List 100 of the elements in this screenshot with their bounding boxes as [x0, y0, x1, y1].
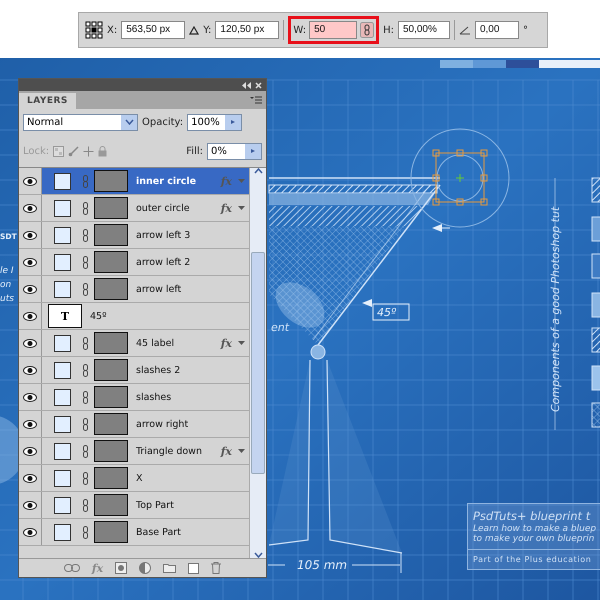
layer-thumbnail: [94, 197, 128, 219]
chain-link-icon: [83, 472, 88, 484]
value-field[interactable]: 50,00%: [398, 21, 450, 39]
layer-thumbnail: [94, 170, 128, 192]
new-layer-icon[interactable]: [188, 562, 200, 574]
adjustment-icon[interactable]: [139, 562, 152, 574]
chain-link-icon: [83, 336, 88, 350]
eye-icon[interactable]: [23, 176, 37, 186]
mask-thumbnail: [54, 496, 71, 514]
layer-row[interactable]: arrow right: [19, 411, 249, 438]
layer-thumbnail: [94, 332, 128, 354]
layer-row[interactable]: Base Part: [19, 519, 249, 546]
caret-icon[interactable]: [254, 552, 262, 558]
chain-link-icon: [83, 174, 88, 188]
caret-icon[interactable]: [238, 341, 245, 345]
mask-thumbnail: [54, 524, 71, 540]
value-field[interactable]: 0,00: [474, 21, 519, 39]
layer-name: X: [136, 472, 144, 484]
cut-label: ent: [271, 321, 290, 334]
folder-icon[interactable]: [163, 563, 176, 573]
panel-menu-icon[interactable]: [250, 96, 262, 105]
value-field[interactable]: 50: [309, 21, 358, 39]
layer-thumbnail: [94, 467, 128, 489]
caret-icon[interactable]: [238, 449, 245, 453]
info-footer: Part of the Plus education: [468, 549, 600, 569]
layer-row[interactable]: outer circle fx: [19, 195, 249, 222]
layer-row[interactable]: 45 label fx: [19, 330, 249, 357]
layer-row[interactable]: Triangle down fx: [19, 438, 249, 465]
caret-icon[interactable]: [230, 119, 237, 125]
eye-icon[interactable]: [23, 474, 37, 482]
mask-icon[interactable]: [115, 562, 128, 574]
layer-row[interactable]: slashes 2: [19, 357, 249, 384]
eye-icon[interactable]: [23, 420, 37, 428]
fill-field[interactable]: 0%: [207, 142, 262, 160]
effects-label: fx: [220, 336, 232, 350]
layer-name: Base Part: [136, 526, 182, 538]
layer-thumbnail: [94, 251, 128, 273]
value-field[interactable]: 563,50 px: [121, 21, 186, 39]
eye-icon[interactable]: [23, 204, 37, 212]
eye-icon[interactable]: [23, 500, 37, 510]
layer-row[interactable]: T 45º: [19, 303, 249, 330]
close-icon[interactable]: [255, 82, 262, 88]
effects-label: fx: [220, 444, 232, 458]
eye-icon[interactable]: [23, 366, 37, 374]
value-field[interactable]: 120,50 px: [215, 21, 280, 39]
eye-icon[interactable]: [23, 284, 37, 294]
checkerboard-icon[interactable]: [53, 146, 64, 156]
caret-icon[interactable]: [124, 119, 134, 125]
layer-name: 45º: [90, 310, 108, 322]
layer-thumbnail: [94, 494, 128, 516]
blend-mode-dropdown[interactable]: Normal: [23, 114, 138, 130]
field-label: H:: [383, 24, 394, 36]
layer-row[interactable]: X: [19, 465, 249, 492]
chain-link-icon: [83, 418, 88, 430]
link-icon[interactable]: [64, 564, 80, 572]
eye-icon[interactable]: [23, 392, 37, 402]
angle-icon[interactable]: [458, 25, 471, 35]
eye-icon[interactable]: [23, 338, 37, 348]
caret-icon[interactable]: [238, 206, 245, 210]
eye-icon[interactable]: [23, 312, 37, 320]
vertical-caption: Components of a good Photoshop tut: [549, 206, 562, 412]
mask-thumbnail: [54, 226, 71, 244]
trash-icon[interactable]: [211, 562, 222, 574]
chain-link-icon: [83, 444, 88, 458]
layer-row[interactable]: Top Part: [19, 492, 249, 519]
delta-icon[interactable]: [189, 26, 200, 34]
partial-text: on: [0, 280, 12, 290]
layer-thumbnail: [94, 521, 128, 543]
eye-icon[interactable]: [23, 528, 37, 536]
angle-label: 45º: [377, 306, 396, 319]
effects-label: fx: [220, 174, 232, 188]
layer-row[interactable]: slashes: [19, 384, 249, 411]
layer-row[interactable]: inner circle fx: [19, 168, 249, 195]
layer-row[interactable]: arrow left: [19, 276, 249, 303]
chain-link-icon: [83, 282, 88, 296]
scrollbar[interactable]: [249, 168, 266, 558]
reference-point-icon[interactable]: [85, 21, 103, 39]
layer-thumbnail: [94, 413, 128, 435]
collapse-icon[interactable]: [242, 82, 251, 88]
angle-label-frame: [372, 304, 410, 320]
chain-link-icon[interactable]: [360, 22, 374, 38]
chain-link-icon: [83, 228, 88, 242]
caret-icon[interactable]: [250, 148, 256, 154]
eye-icon[interactable]: [23, 446, 37, 456]
layer-name: arrow left: [136, 284, 182, 294]
layer-row[interactable]: arrow left 3: [19, 222, 249, 249]
chain-link-icon: [83, 390, 88, 404]
layer-name: Top Part: [136, 500, 175, 510]
eye-icon[interactable]: [23, 230, 37, 240]
mask-thumbnail: [54, 280, 71, 298]
text-layer-thumbnail: T: [48, 304, 82, 328]
eye-icon[interactable]: [23, 258, 37, 266]
info-text: to make your own blueprin: [472, 534, 596, 544]
layer-row[interactable]: arrow left 2: [19, 249, 249, 276]
layer-name: arrow left 2: [136, 256, 192, 268]
dimension-label: 105 mm: [297, 558, 348, 572]
panel-tab[interactable]: LAYERS: [19, 93, 76, 109]
opacity-field[interactable]: 100%: [187, 114, 242, 130]
arrow-marker: [362, 299, 372, 307]
mask-thumbnail: [54, 200, 71, 216]
